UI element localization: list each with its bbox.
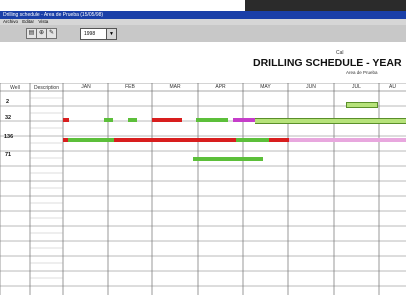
schedule-grid [0,83,406,295]
window-title: Drilling schedule - Area de Prueba (15/0… [3,12,104,18]
month-apr: APR [215,84,226,90]
col-header-well: Well [10,85,20,91]
schedule-bar[interactable] [140,138,236,142]
well-row-label: 71 [5,152,12,158]
month-feb: FEB [125,84,135,90]
year-select[interactable]: 1998 [80,28,108,40]
top-dark-band [245,0,406,11]
month-may: MAY [260,84,271,90]
chevron-down-icon[interactable]: ▼ [106,28,117,40]
schedule-bar[interactable] [255,118,406,124]
page-title: DRILLING SCHEDULE - YEAR [253,57,402,69]
schedule-bar[interactable] [196,118,228,122]
schedule-bar[interactable] [63,118,69,122]
edit-icon[interactable]: ✎ [46,28,57,39]
month-jan: JAN [81,84,91,90]
well-row-label: 2 [6,99,10,105]
schedule-bar[interactable] [346,102,378,108]
company-logo: Cal [336,50,344,56]
schedule-bar[interactable] [68,138,114,142]
schedule-bar[interactable] [128,118,137,122]
schedule-bar[interactable] [236,138,269,142]
schedule-bar[interactable] [104,118,113,122]
schedule-bar[interactable] [233,118,255,122]
month-jul: JUL [352,84,361,90]
month-aug: AU [389,84,396,90]
schedule-bar[interactable] [193,157,263,161]
schedule-bar[interactable] [152,118,182,122]
toolbar: ▤ ⊕ ✎ 1998 ▼ [0,25,406,43]
menu-item-view[interactable]: Vista [38,19,48,24]
window-titlebar: Drilling schedule - Area de Prueba (15/0… [0,11,406,19]
menu-item-edit[interactable]: Editar [22,19,34,24]
menu-item-file[interactable]: Archivo [3,19,18,24]
well-row-label: 32 [5,115,12,121]
schedule-bar[interactable] [114,138,140,142]
month-mar: MAR [169,84,181,90]
col-header-description: Description [33,85,59,91]
schedule-bar[interactable] [289,138,406,142]
well-row-label: 136 [4,134,14,140]
month-jun: JUN [306,84,316,90]
schedule-bar[interactable] [269,138,289,142]
page-subtitle: Area de Prueba [346,70,378,75]
